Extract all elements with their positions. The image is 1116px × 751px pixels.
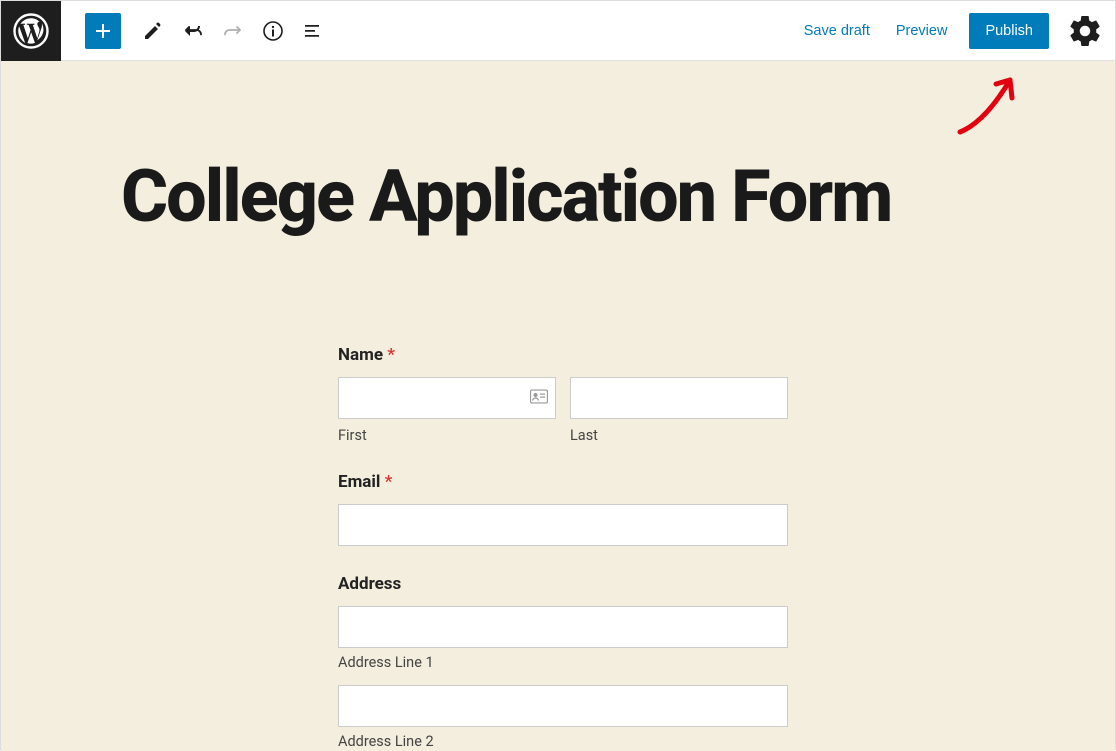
id-card-icon <box>530 388 548 407</box>
preview-button[interactable]: Preview <box>892 15 952 47</box>
form-block: Name * First Last <box>328 345 788 750</box>
email-field: Email * <box>338 472 788 546</box>
address-line2-input[interactable] <box>338 685 788 727</box>
toolbar-right-group: Save draft Preview Publish <box>800 13 1115 49</box>
edit-tool-button[interactable] <box>135 13 171 49</box>
last-name-sublabel: Last <box>570 427 788 444</box>
last-name-input[interactable] <box>570 377 788 419</box>
outline-button[interactable] <box>295 13 331 49</box>
address-field: Address Address Line 1 Address Line 2 <box>338 574 788 750</box>
wordpress-logo[interactable] <box>1 1 61 61</box>
email-label: Email * <box>338 472 788 492</box>
address-line2-sublabel: Address Line 2 <box>338 733 788 750</box>
name-field: Name * First Last <box>338 345 788 444</box>
address-label: Address <box>338 574 788 594</box>
page-title[interactable]: College Application Form <box>1 159 1115 235</box>
redo-button[interactable] <box>215 13 251 49</box>
wordpress-icon <box>13 13 49 49</box>
name-label-text: Name <box>338 345 383 365</box>
editor-toolbar: Save draft Preview Publish <box>1 1 1115 61</box>
required-marker: * <box>387 345 395 365</box>
toolbar-left-group <box>61 13 331 49</box>
address-line1-sublabel: Address Line 1 <box>338 654 788 671</box>
publish-button[interactable]: Publish <box>969 13 1049 49</box>
editor-canvas: College Application Form Name * First <box>1 61 1115 751</box>
settings-button[interactable] <box>1067 13 1103 49</box>
list-icon <box>301 19 325 43</box>
save-draft-button[interactable]: Save draft <box>800 15 874 47</box>
required-marker: * <box>385 472 393 492</box>
undo-button[interactable] <box>175 13 211 49</box>
plus-icon <box>91 19 115 43</box>
first-name-input[interactable] <box>338 377 556 419</box>
address-line1-input[interactable] <box>338 606 788 648</box>
name-label: Name * <box>338 345 788 365</box>
add-block-button[interactable] <box>85 13 121 49</box>
pencil-icon <box>141 19 165 43</box>
undo-icon <box>181 19 205 43</box>
first-name-sublabel: First <box>338 427 556 444</box>
email-label-text: Email <box>338 472 380 492</box>
email-input[interactable] <box>338 504 788 546</box>
info-icon <box>261 19 285 43</box>
info-button[interactable] <box>255 13 291 49</box>
gear-icon <box>1067 13 1103 49</box>
redo-icon <box>221 19 245 43</box>
